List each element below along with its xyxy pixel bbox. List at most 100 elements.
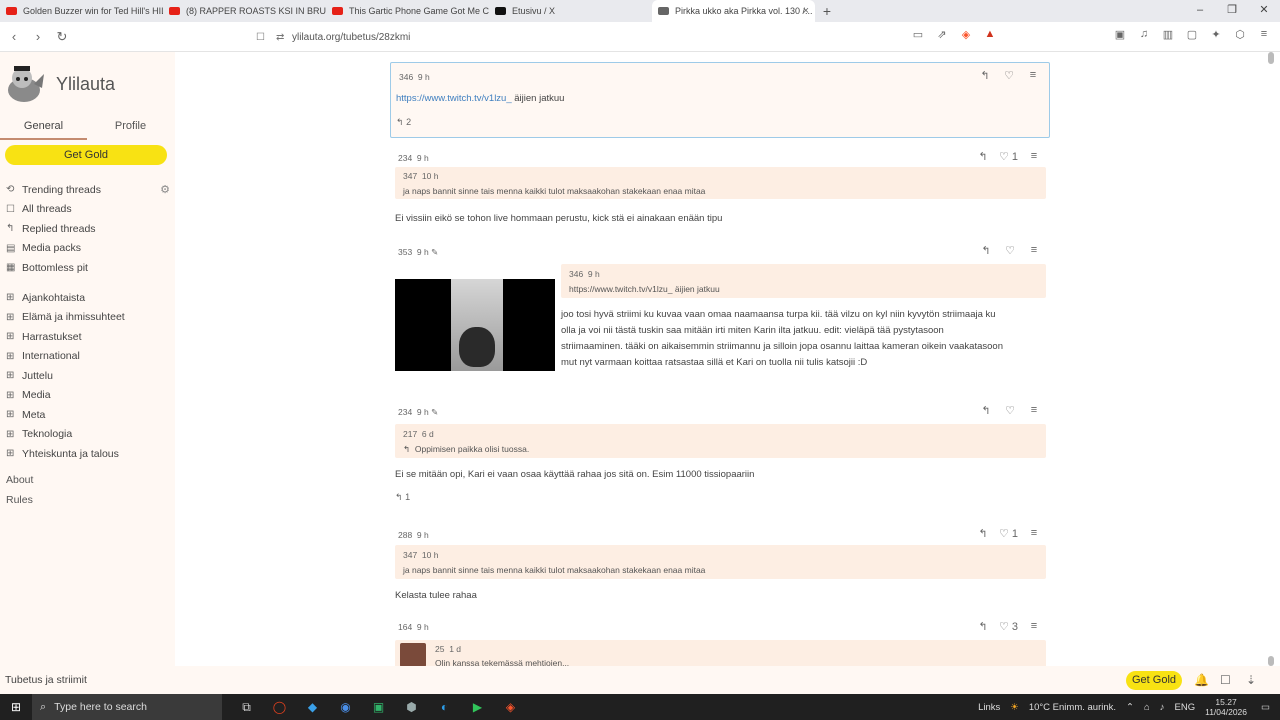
opera-icon[interactable]: ◯: [263, 700, 296, 715]
browser-tab-active[interactable]: Pirkka ukko aka Pirkka vol. 130 /... ×: [652, 0, 815, 22]
quoted-post[interactable]: 346 9 h https://www.twitch.tv/v1lzu_ äij…: [561, 264, 1046, 298]
music-icon[interactable]: ♫: [1136, 28, 1152, 41]
sidebar-item-trending[interactable]: ⟲ Trending threads ⚙: [6, 180, 170, 200]
tab-general[interactable]: General: [0, 118, 87, 140]
post-id[interactable]: 234: [398, 153, 412, 163]
category-item[interactable]: ⊞ Juttelu: [6, 366, 170, 386]
category-item[interactable]: ⊞ Teknologia: [6, 425, 170, 445]
reply-icon[interactable]: ↰: [978, 244, 994, 257]
volume-icon[interactable]: ♪: [1160, 702, 1165, 713]
about-link[interactable]: About: [6, 474, 33, 494]
language-indicator[interactable]: ENG: [1175, 702, 1196, 713]
post-id[interactable]: 234: [398, 407, 412, 417]
tray-chevron-icon[interactable]: ⌃: [1126, 702, 1134, 713]
browser-tab[interactable]: Etusivu / X: [489, 0, 652, 22]
task-view-icon[interactable]: ⧉: [230, 700, 263, 715]
reply-icon[interactable]: ↰: [975, 527, 991, 540]
tab-profile[interactable]: Profile: [87, 118, 174, 140]
edge-icon[interactable]: ◐: [428, 700, 461, 715]
reply-icon[interactable]: ↰: [975, 150, 991, 163]
like-icon[interactable]: ♡ 3: [999, 620, 1018, 633]
scrollbar-down[interactable]: [1268, 656, 1274, 666]
browser-tab[interactable]: This Gartic Phone Game Got Me Can...: [326, 0, 489, 22]
post-menu-icon[interactable]: ≡: [1026, 150, 1042, 163]
weather-text[interactable]: 10°C Enimm. aurink.: [1029, 702, 1116, 713]
reply-icon[interactable]: ↰: [975, 620, 991, 633]
post-menu-icon[interactable]: ≡: [1026, 404, 1042, 417]
bell-icon[interactable]: 🔔: [1194, 673, 1209, 687]
thread-title[interactable]: Tubetus ja striimit: [5, 674, 87, 686]
get-gold-button-bottom[interactable]: Get Gold: [1126, 671, 1182, 690]
wallet-icon[interactable]: ▢: [1184, 28, 1200, 41]
brave-shield-icon[interactable]: ◈: [958, 28, 974, 41]
replies-icon[interactable]: ↰: [396, 117, 404, 127]
reload-icon[interactable]: ↻: [52, 29, 72, 45]
chrome-icon[interactable]: ◉: [329, 700, 362, 715]
reader-icon[interactable]: ▣: [1112, 28, 1128, 41]
close-window-icon[interactable]: ✕: [1248, 0, 1280, 22]
notifications-icon[interactable]: ▭: [1261, 702, 1270, 713]
reply-icon[interactable]: ↰: [977, 69, 993, 82]
cast-icon[interactable]: ▭: [910, 28, 926, 41]
vpn-icon[interactable]: ⬡: [1232, 28, 1248, 41]
maximize-icon[interactable]: ❐: [1216, 0, 1248, 22]
app-icon[interactable]: ▶: [461, 700, 494, 715]
windows-start-icon[interactable]: ⊞: [0, 700, 32, 714]
gear-icon[interactable]: ⚙: [160, 183, 170, 196]
category-item[interactable]: ⊞ Harrastukset: [6, 327, 170, 347]
category-item[interactable]: ⊞ Ajankohtaista: [6, 288, 170, 308]
post-menu-icon[interactable]: ≡: [1026, 527, 1042, 540]
browser-tab[interactable]: (8) RAPPER ROASTS KSI IN BRUTAL R...: [163, 0, 326, 22]
post-id[interactable]: 288: [398, 530, 412, 540]
like-icon[interactable]: ♡: [1002, 244, 1018, 257]
category-item[interactable]: ⊞ Meta: [6, 405, 170, 425]
extensions-icon[interactable]: ✦: [1208, 28, 1224, 41]
sidebar-item-all-threads[interactable]: ☐ All threads: [6, 200, 170, 220]
post-menu-icon[interactable]: ≡: [1026, 620, 1042, 633]
post-id[interactable]: 346: [399, 72, 413, 82]
rewards-icon[interactable]: ▲: [982, 28, 998, 41]
new-tab-icon[interactable]: +: [815, 3, 839, 19]
quoted-post[interactable]: 25 1 d Olin kanssa tekemässä mehtiojen..…: [395, 640, 1046, 666]
browser-tab[interactable]: Golden Buzzer win for Ted Hill's HILA...: [0, 0, 163, 22]
quoted-post[interactable]: 347 10 h ja naps bannit sinne tais menna…: [395, 167, 1046, 199]
brave-icon[interactable]: ◈: [494, 700, 527, 715]
app-icon[interactable]: ◆: [296, 700, 329, 715]
reply-count[interactable]: 2: [406, 117, 411, 127]
sidebar-icon[interactable]: ▥: [1160, 28, 1176, 41]
forward-icon[interactable]: ›: [28, 29, 48, 44]
app-icon[interactable]: ▣: [362, 700, 395, 715]
sidebar-item-media-packs[interactable]: ▤ Media packs: [6, 239, 170, 259]
post-menu-icon[interactable]: ≡: [1025, 69, 1041, 82]
app-icon[interactable]: ⬢: [395, 700, 428, 715]
quoted-post[interactable]: 217 6 d ↰ Oppimisen paikka olisi tuossa.: [395, 424, 1046, 458]
minimize-icon[interactable]: –: [1184, 0, 1216, 22]
reply-icon[interactable]: ↰: [978, 404, 994, 417]
share-icon[interactable]: ⇗: [934, 28, 950, 41]
bookmark-icon[interactable]: ☐: [1220, 673, 1231, 687]
url-field[interactable]: ☐ ⇄ ylilauta.org/tubetus/28zkmi: [256, 26, 996, 48]
close-tab-icon[interactable]: ×: [803, 5, 809, 17]
category-item[interactable]: ⊞ Yhteiskunta ja talous: [6, 444, 170, 464]
like-icon[interactable]: ♡ 1: [999, 527, 1018, 540]
site-info-icon[interactable]: ⇄: [276, 32, 292, 43]
like-icon[interactable]: ♡: [1001, 69, 1017, 82]
replies-icon[interactable]: ↰: [395, 492, 403, 502]
post-id[interactable]: 353: [398, 247, 412, 257]
post-link[interactable]: https://www.twitch.tv/v1lzu_: [396, 93, 512, 104]
links-toolbar[interactable]: Links: [978, 702, 1000, 713]
category-item[interactable]: ⊞ Media: [6, 386, 170, 406]
back-icon[interactable]: ‹: [4, 29, 24, 44]
bookmark-icon[interactable]: ☐: [256, 32, 276, 43]
like-icon[interactable]: ♡: [1002, 404, 1018, 417]
reply-count[interactable]: 1: [405, 492, 410, 502]
clock[interactable]: 15.27 11/04/2026: [1205, 697, 1247, 717]
rules-link[interactable]: Rules: [6, 494, 33, 514]
get-gold-button[interactable]: Get Gold: [5, 145, 167, 165]
download-icon[interactable]: ⇣: [1246, 673, 1256, 687]
taskbar-search[interactable]: ⌕ Type here to search: [32, 694, 222, 720]
quoted-post[interactable]: 347 10 h ja naps bannit sinne tais menna…: [395, 545, 1046, 579]
scrollbar-up[interactable]: [1268, 52, 1274, 64]
sidebar-item-replied[interactable]: ↰ Replied threads: [6, 219, 170, 239]
network-icon[interactable]: ⌂: [1144, 702, 1150, 713]
